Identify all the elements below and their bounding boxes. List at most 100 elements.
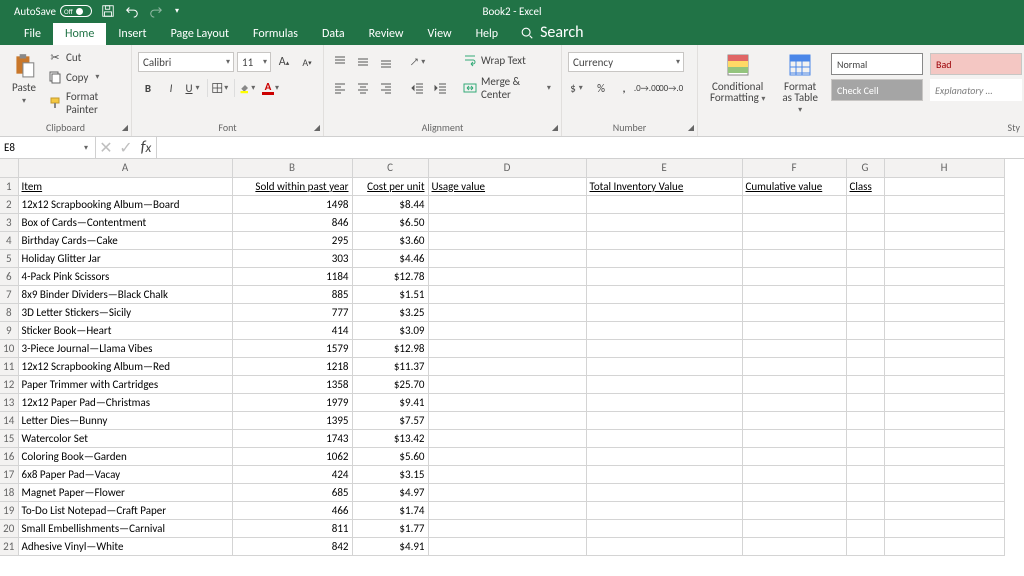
- cell[interactable]: [846, 537, 884, 555]
- cell[interactable]: Sold within past year: [232, 177, 352, 195]
- cell[interactable]: [586, 375, 742, 393]
- decrease-indent-button[interactable]: [408, 78, 428, 98]
- cell[interactable]: $3.15: [352, 465, 428, 483]
- tab-insert[interactable]: Insert: [106, 23, 158, 45]
- style-check-cell[interactable]: Check Cell: [831, 79, 923, 101]
- col-header[interactable]: G: [846, 159, 884, 177]
- cell[interactable]: 6x8 Paper Pad—Vacay: [18, 465, 232, 483]
- row-header[interactable]: 20: [0, 519, 18, 537]
- cell[interactable]: 414: [232, 321, 352, 339]
- cell[interactable]: [428, 519, 586, 537]
- col-header[interactable]: A: [18, 159, 232, 177]
- cell[interactable]: [846, 249, 884, 267]
- cell[interactable]: 3-Piece Journal—Llama Vibes: [18, 339, 232, 357]
- cell[interactable]: $6.50: [352, 213, 428, 231]
- cell[interactable]: [742, 393, 846, 411]
- cell[interactable]: [884, 195, 1004, 213]
- cell[interactable]: 303: [232, 249, 352, 267]
- col-header[interactable]: C: [352, 159, 428, 177]
- align-top-button[interactable]: [330, 52, 350, 72]
- row-header[interactable]: 8: [0, 303, 18, 321]
- cell[interactable]: [742, 285, 846, 303]
- cell[interactable]: Usage value: [428, 177, 586, 195]
- comma-button[interactable]: ,: [614, 78, 634, 98]
- cell[interactable]: [428, 321, 586, 339]
- row-header[interactable]: 18: [0, 483, 18, 501]
- cell[interactable]: [884, 303, 1004, 321]
- cell[interactable]: 424: [232, 465, 352, 483]
- cell[interactable]: 466: [232, 501, 352, 519]
- cell[interactable]: [586, 483, 742, 501]
- row-header[interactable]: 9: [0, 321, 18, 339]
- cell[interactable]: [846, 375, 884, 393]
- cell[interactable]: 3D Letter Stickers—Sicily: [18, 303, 232, 321]
- tab-review[interactable]: Review: [357, 23, 416, 45]
- cell[interactable]: $1.77: [352, 519, 428, 537]
- cell[interactable]: Cumulative value: [742, 177, 846, 195]
- cell[interactable]: [586, 357, 742, 375]
- cell[interactable]: [428, 303, 586, 321]
- cell[interactable]: [846, 483, 884, 501]
- cell[interactable]: 885: [232, 285, 352, 303]
- tab-home[interactable]: Home: [53, 23, 106, 45]
- cell[interactable]: 4-Pack Pink Scissors: [18, 267, 232, 285]
- cell[interactable]: [428, 483, 586, 501]
- orientation-button[interactable]: ▾: [408, 52, 428, 72]
- underline-button[interactable]: U▾: [184, 78, 204, 98]
- wrap-text-button[interactable]: Wrap Text: [461, 52, 555, 68]
- cell[interactable]: [846, 285, 884, 303]
- cell[interactable]: [846, 231, 884, 249]
- cell[interactable]: Box of Cards—Contentment: [18, 213, 232, 231]
- cell[interactable]: $12.78: [352, 267, 428, 285]
- cell[interactable]: [884, 483, 1004, 501]
- style-explanatory[interactable]: Explanatory …: [930, 79, 1022, 101]
- cell[interactable]: Holiday Glitter Jar: [18, 249, 232, 267]
- qat-dropdown-icon[interactable]: ▾: [172, 6, 182, 16]
- copy-button[interactable]: Copy▾: [46, 69, 125, 85]
- cell[interactable]: [428, 285, 586, 303]
- cut-button[interactable]: ✂Cut: [46, 49, 125, 65]
- cell[interactable]: [428, 447, 586, 465]
- cell[interactable]: [884, 249, 1004, 267]
- row-header[interactable]: 4: [0, 231, 18, 249]
- cell[interactable]: [428, 231, 586, 249]
- cell[interactable]: [884, 429, 1004, 447]
- borders-button[interactable]: ▾: [211, 78, 231, 98]
- align-right-button[interactable]: [376, 78, 396, 98]
- cell[interactable]: [586, 285, 742, 303]
- dialog-launcher-icon[interactable]: ◢: [122, 123, 128, 133]
- select-all-corner[interactable]: [0, 159, 18, 177]
- formula-input[interactable]: [157, 137, 1024, 158]
- cell[interactable]: [742, 429, 846, 447]
- autosave-toggle[interactable]: AutoSave Off: [14, 5, 92, 18]
- cell[interactable]: Letter Dies—Bunny: [18, 411, 232, 429]
- cell[interactable]: 12x12 Paper Pad—Christmas: [18, 393, 232, 411]
- cell[interactable]: 1218: [232, 357, 352, 375]
- cell[interactable]: [884, 357, 1004, 375]
- cell[interactable]: $5.60: [352, 447, 428, 465]
- cell[interactable]: $1.74: [352, 501, 428, 519]
- cell[interactable]: [586, 429, 742, 447]
- cell[interactable]: $9.41: [352, 393, 428, 411]
- cell[interactable]: [428, 429, 586, 447]
- cell[interactable]: Paper Trimmer with Cartridges: [18, 375, 232, 393]
- cell[interactable]: [884, 375, 1004, 393]
- cell[interactable]: [846, 465, 884, 483]
- cell[interactable]: [846, 429, 884, 447]
- col-header[interactable]: D: [428, 159, 586, 177]
- cell[interactable]: [586, 213, 742, 231]
- fill-color-button[interactable]: ▾: [238, 78, 258, 98]
- cell[interactable]: [884, 519, 1004, 537]
- dialog-launcher-icon[interactable]: ◢: [314, 123, 320, 133]
- cell[interactable]: 685: [232, 483, 352, 501]
- number-format-combo[interactable]: Currency▾: [568, 52, 684, 72]
- name-box[interactable]: E8▾: [0, 137, 96, 158]
- cell[interactable]: $11.37: [352, 357, 428, 375]
- worksheet[interactable]: A B C D E F G H 1ItemSold within past ye…: [0, 159, 1024, 576]
- undo-icon[interactable]: [124, 3, 140, 19]
- row-header[interactable]: 11: [0, 357, 18, 375]
- cell[interactable]: 1579: [232, 339, 352, 357]
- align-center-button[interactable]: [353, 78, 373, 98]
- cell[interactable]: 1498: [232, 195, 352, 213]
- cell[interactable]: [742, 213, 846, 231]
